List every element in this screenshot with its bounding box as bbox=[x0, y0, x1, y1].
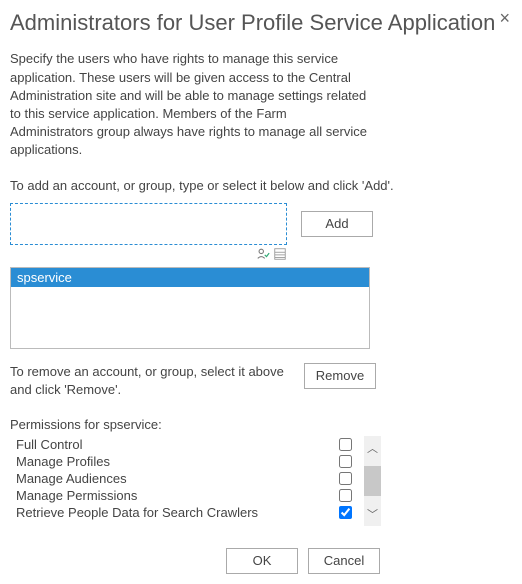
accounts-listbox[interactable]: spservice bbox=[10, 267, 370, 349]
browse-icon[interactable] bbox=[273, 247, 287, 261]
dialog-title: Administrators for User Profile Service … bbox=[10, 10, 518, 36]
permission-label: Full Control bbox=[16, 437, 82, 452]
scroll-down-icon[interactable]: ﹀ bbox=[367, 502, 378, 526]
permission-row: Manage Profiles bbox=[10, 453, 360, 470]
permission-label: Manage Permissions bbox=[16, 488, 137, 503]
permission-checkbox[interactable] bbox=[339, 472, 352, 485]
permission-row: Manage Audiences bbox=[10, 470, 360, 487]
permission-row: Manage Permissions bbox=[10, 487, 360, 504]
permission-checkbox[interactable] bbox=[339, 455, 352, 468]
account-input[interactable] bbox=[10, 203, 287, 245]
permission-label: Manage Profiles bbox=[16, 454, 110, 469]
close-icon[interactable]: × bbox=[499, 8, 510, 29]
permission-checkbox[interactable] bbox=[339, 489, 352, 502]
permission-label: Manage Audiences bbox=[16, 471, 127, 486]
permission-label: Retrieve People Data for Search Crawlers bbox=[16, 505, 258, 520]
check-names-icon[interactable] bbox=[256, 247, 270, 261]
permissions-scrollbar[interactable]: ︿ ﹀ bbox=[364, 436, 381, 526]
permission-checkbox[interactable] bbox=[339, 506, 352, 519]
scroll-thumb[interactable] bbox=[364, 466, 381, 496]
list-item[interactable]: spservice bbox=[11, 268, 369, 287]
scroll-up-icon[interactable]: ︿ bbox=[367, 436, 378, 460]
permission-row: Retrieve People Data for Search Crawlers bbox=[10, 504, 360, 521]
remove-button[interactable]: Remove bbox=[304, 363, 376, 389]
permissions-list: Full Control Manage Profiles Manage Audien… bbox=[10, 436, 360, 526]
ok-button[interactable]: OK bbox=[226, 548, 298, 574]
cancel-button[interactable]: Cancel bbox=[308, 548, 380, 574]
add-button[interactable]: Add bbox=[301, 211, 373, 237]
dialog-description: Specify the users who have rights to man… bbox=[10, 50, 370, 159]
permission-row: Full Control bbox=[10, 436, 360, 453]
permissions-title: Permissions for spservice: bbox=[10, 417, 518, 432]
add-instruction: To add an account, or group, type or sel… bbox=[10, 178, 518, 193]
remove-instruction: To remove an account, or group, select i… bbox=[10, 363, 290, 399]
permission-checkbox[interactable] bbox=[339, 438, 352, 451]
